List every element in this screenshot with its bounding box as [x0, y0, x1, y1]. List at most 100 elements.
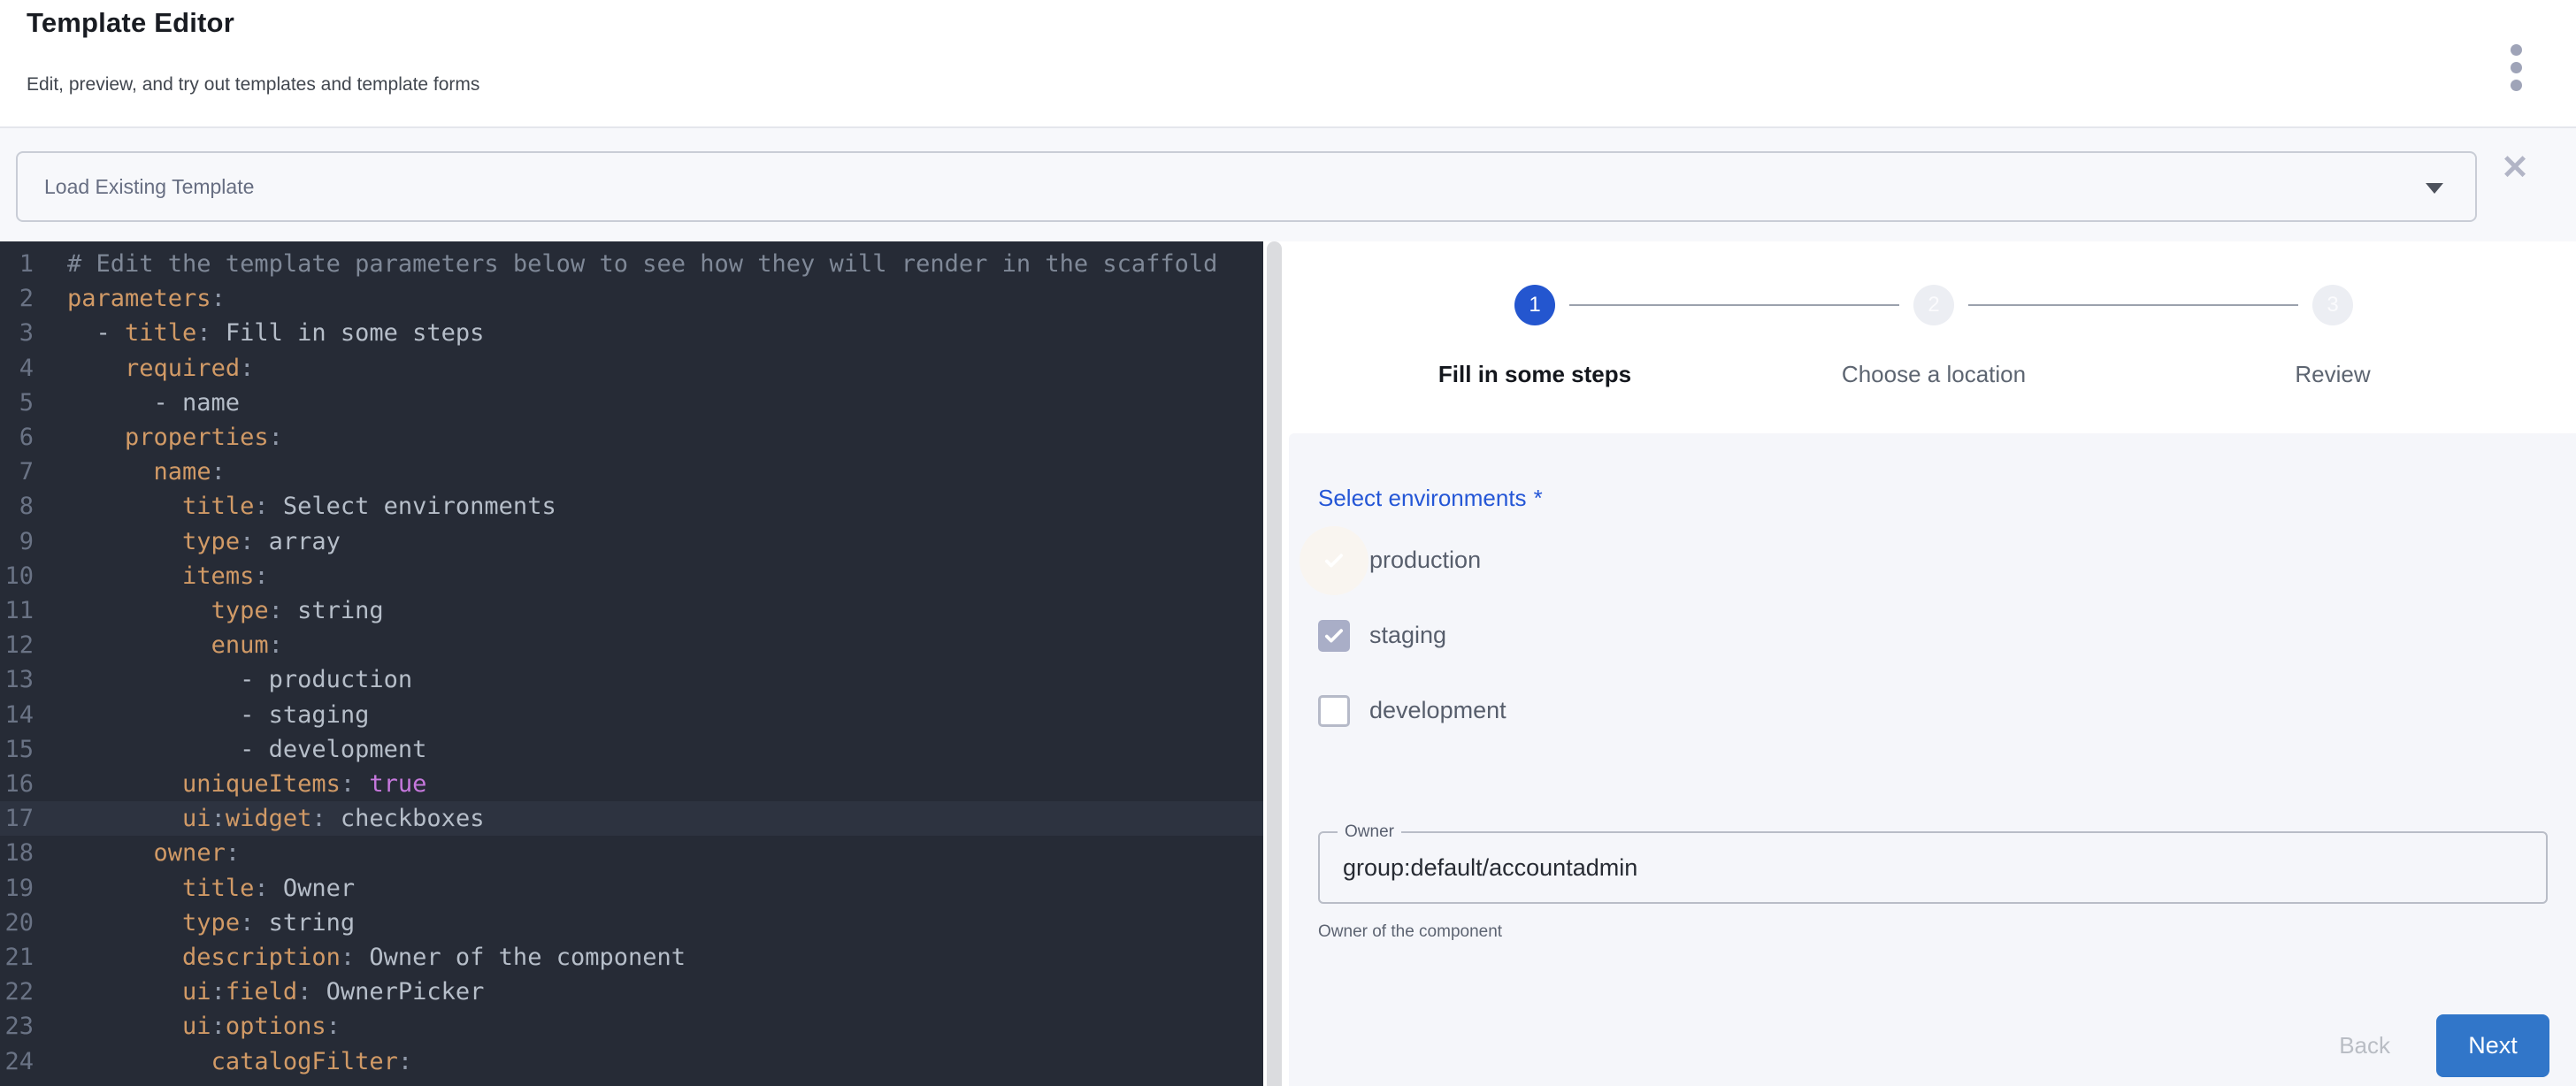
- code-line: 7 name:: [0, 455, 1263, 489]
- load-template-bar: Load Existing Template ✕: [0, 126, 2576, 241]
- code-text: type: array: [34, 524, 341, 559]
- line-number: 13: [0, 662, 34, 697]
- wizard-buttons: Back Next: [2339, 1014, 2549, 1077]
- checkbox-production[interactable]: [1318, 545, 1350, 577]
- code-line: 24 catalogFilter:: [0, 1044, 1263, 1079]
- code-line: 15 - development: [0, 732, 1263, 767]
- code-text: - name: [34, 386, 240, 420]
- code-text: catalogFilter:: [34, 1044, 412, 1079]
- wizard-panel: 1Fill in some steps2Choose a location3Re…: [1283, 241, 2576, 1086]
- code-line: 12 enum:: [0, 628, 1263, 662]
- load-existing-template-select[interactable]: Load Existing Template: [16, 151, 2477, 222]
- code-line: 5 - name: [0, 386, 1263, 420]
- scrollbar-thumb[interactable]: [1267, 241, 1282, 1086]
- stepper-connector: [1569, 304, 1899, 306]
- code-line: 8 title: Select environments: [0, 489, 1263, 524]
- step-circle: 3: [2312, 285, 2353, 325]
- form-panel: Select environments * production staging de…: [1289, 433, 2576, 1086]
- code-text: - title: Fill in some steps: [34, 316, 484, 350]
- step-circle: 2: [1913, 285, 1954, 325]
- step-label: Choose a location: [1842, 361, 2026, 388]
- code-text: - production: [34, 662, 412, 697]
- stepper-step-2: 2Choose a location: [1913, 285, 1954, 325]
- checkbox-label: staging: [1369, 622, 1446, 649]
- line-number: 22: [0, 975, 34, 1009]
- code-line: 16 uniqueItems: true: [0, 767, 1263, 801]
- line-number: 11: [0, 593, 34, 628]
- check-icon: [1322, 623, 1346, 648]
- code-line: 21 description: Owner of the component: [0, 940, 1263, 975]
- stepper: 1Fill in some steps2Choose a location3Re…: [1283, 241, 2576, 433]
- code-line: 18 owner:: [0, 836, 1263, 870]
- code-text: uniqueItems: true: [34, 767, 426, 801]
- code-text: name:: [34, 455, 226, 489]
- stepper-step-3: 3Review: [2312, 285, 2353, 325]
- code-text: - development: [34, 732, 426, 767]
- code-text: type: string: [34, 906, 355, 940]
- checkbox-row-development: development: [1318, 673, 1506, 748]
- check-icon: [1322, 548, 1346, 573]
- checkbox-label: production: [1369, 547, 1481, 574]
- line-number: 8: [0, 489, 34, 524]
- code-line: 9 type: array: [0, 524, 1263, 559]
- stepper-step-1: 1Fill in some steps: [1514, 285, 1555, 325]
- line-number: 6: [0, 420, 34, 455]
- code-line: 4 required:: [0, 351, 1263, 386]
- line-number: 9: [0, 524, 34, 559]
- line-number: 15: [0, 732, 34, 767]
- code-text: - staging: [34, 698, 369, 732]
- back-button[interactable]: Back: [2339, 1032, 2390, 1059]
- code-line: 20 type: string: [0, 906, 1263, 940]
- checkbox-row-production: production: [1318, 523, 1506, 598]
- code-text: # Edit the template parameters below to …: [34, 247, 1217, 281]
- owner-input[interactable]: [1320, 833, 2546, 902]
- code-line: 13 - production: [0, 662, 1263, 697]
- owner-field-label: Owner: [1338, 822, 1401, 842]
- code-line: 14 - staging: [0, 698, 1263, 732]
- select-environments-label: Select environments *: [1318, 485, 1543, 512]
- line-number: 21: [0, 940, 34, 975]
- code-text: title: Select environments: [34, 489, 556, 524]
- code-line: 1# Edit the template parameters below to…: [0, 247, 1263, 281]
- checkbox-development[interactable]: [1318, 695, 1350, 727]
- kebab-dot-icon: [2511, 80, 2522, 91]
- line-number: 14: [0, 698, 34, 732]
- template-editor-page: Template Editor Edit, preview, and try o…: [0, 0, 2576, 1086]
- code-line: 19 title: Owner: [0, 871, 1263, 906]
- environment-checkbox-group: production staging development: [1318, 523, 1506, 748]
- step-circle: 1: [1514, 285, 1555, 325]
- line-number: 4: [0, 351, 34, 386]
- next-button[interactable]: Next: [2436, 1014, 2549, 1077]
- checkbox-staging[interactable]: [1318, 620, 1350, 652]
- checkbox-row-staging: staging: [1318, 598, 1506, 673]
- code-text: properties:: [34, 420, 283, 455]
- code-text: title: Owner: [34, 871, 355, 906]
- code-line: 10 items:: [0, 559, 1263, 593]
- line-number: 18: [0, 836, 34, 870]
- owner-helper-text: Owner of the component: [1318, 922, 1502, 942]
- page-header: Template Editor Edit, preview, and try o…: [0, 0, 2576, 126]
- required-marker: *: [1534, 485, 1543, 511]
- line-number: 3: [0, 316, 34, 350]
- field-label-text: Select environments: [1318, 485, 1527, 511]
- page-subtitle: Edit, preview, and try out templates and…: [27, 74, 479, 96]
- more-options-button[interactable]: [2496, 39, 2535, 96]
- line-number: 24: [0, 1044, 34, 1079]
- step-label: Review: [2295, 361, 2370, 388]
- chevron-down-icon: [2426, 183, 2443, 194]
- code-text: required:: [34, 351, 254, 386]
- code-line: 22 ui:field: OwnerPicker: [0, 975, 1263, 1009]
- code-text: description: Owner of the component: [34, 940, 686, 975]
- code-text: enum:: [34, 628, 283, 662]
- line-number: 1: [0, 247, 34, 281]
- line-number: 12: [0, 628, 34, 662]
- code-text: ui:options:: [34, 1009, 341, 1044]
- kebab-dot-icon: [2511, 44, 2522, 56]
- owner-field: Owner: [1318, 831, 2548, 904]
- code-editor[interactable]: 1# Edit the template parameters below to…: [0, 241, 1263, 1086]
- code-text: ui:widget: checkboxes: [34, 801, 484, 836]
- line-number: 20: [0, 906, 34, 940]
- close-icon[interactable]: ✕: [2495, 148, 2535, 188]
- code-line: 6 properties:: [0, 420, 1263, 455]
- line-number: 16: [0, 767, 34, 801]
